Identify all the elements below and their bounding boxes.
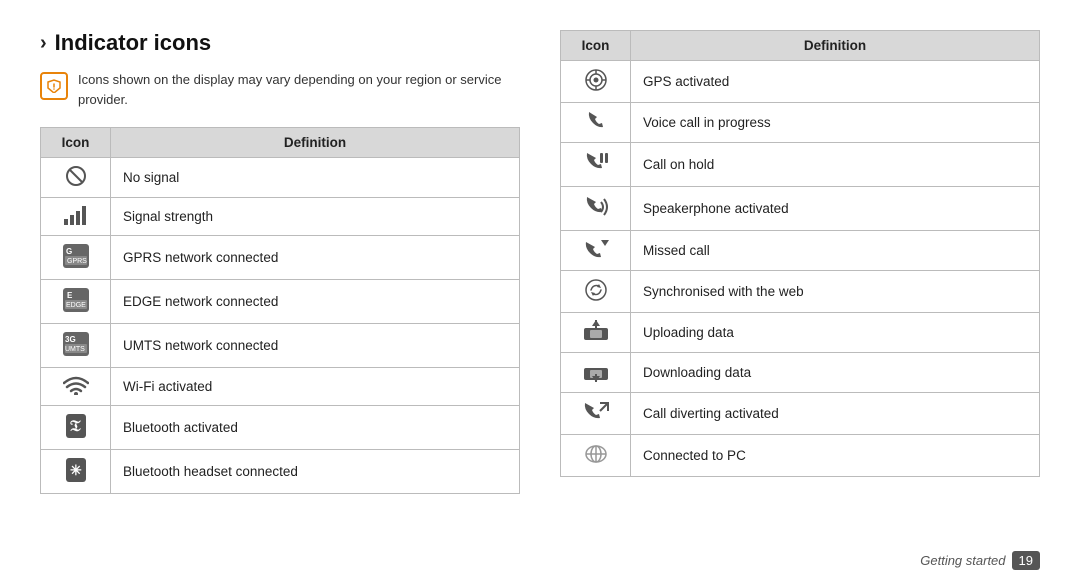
definition-cell: UMTS network connected [111,324,520,368]
icon-cell [561,231,631,271]
icon-cell: G GPRS [41,236,111,280]
icon-cell [561,271,631,313]
table-row: E EDGE EDGE network connected [41,280,520,324]
definition-cell: GPRS network connected [111,236,520,280]
definition-cell: Connected to PC [631,435,1040,477]
icon-cell [41,198,111,236]
notice-icon [40,72,68,100]
table-row: Downloading data [561,353,1040,393]
svg-text:GPRS: GPRS [67,258,87,265]
definition-cell: Speakerphone activated [631,187,1040,231]
icon-cell [561,435,631,477]
icon-cell [561,353,631,393]
definition-cell: Bluetooth activated [111,406,520,450]
definition-cell: Signal strength [111,198,520,236]
notice-text: Icons shown on the display may vary depe… [78,70,520,109]
svg-text:EDGE: EDGE [66,302,86,309]
table-row: Wi-Fi activated [41,368,520,406]
definition-cell: EDGE network connected [111,280,520,324]
table-row: Call on hold [561,143,1040,187]
page-container: › Indicator icons Icons shown on the dis… [0,0,1080,586]
notice-box: Icons shown on the display may vary depe… [40,70,520,109]
svg-text:3G: 3G [65,335,76,344]
icon-cell [561,393,631,435]
table-row: Speakerphone activated [561,187,1040,231]
svg-text:UMTS: UMTS [65,346,85,353]
definition-cell: Call diverting activated [631,393,1040,435]
svg-text:𝔗: 𝔗 [70,418,81,435]
table-row: GPS activated [561,61,1040,103]
right-table-def-header: Definition [631,31,1040,61]
table-row: Signal strength [41,198,520,236]
table-row: Connected to PC [561,435,1040,477]
section-title: › Indicator icons [40,30,520,56]
definition-cell: Bluetooth headset connected [111,450,520,494]
table-row: Call diverting activated [561,393,1040,435]
definition-cell: No signal [111,158,520,198]
table-row: ✳ Bluetooth headset connected [41,450,520,494]
definition-cell: Voice call in progress [631,103,1040,143]
left-icon-table: Icon Definition No signal Signal strengt… [40,127,520,494]
icon-cell: ✳ [41,450,111,494]
definition-cell: GPS activated [631,61,1040,103]
icon-cell [561,313,631,353]
right-icon-table: Icon Definition GPS activated Voice call… [560,30,1040,477]
icon-cell: 𝔗 [41,406,111,450]
icon-cell [561,103,631,143]
icon-cell [41,368,111,406]
table-row: No signal [41,158,520,198]
table-row: Missed call [561,231,1040,271]
table-row: G GPRS GPRS network connected [41,236,520,280]
table-row: Uploading data [561,313,1040,353]
right-column: Icon Definition GPS activated Voice call… [560,30,1040,566]
table-row: 3G UMTS UMTS network connected [41,324,520,368]
table-row: 𝔗 Bluetooth activated [41,406,520,450]
footer: Getting started 19 [920,551,1040,570]
svg-text:G: G [66,247,72,256]
definition-cell: Synchronised with the web [631,271,1040,313]
icon-cell: E EDGE [41,280,111,324]
left-table-def-header: Definition [111,128,520,158]
footer-page: 19 [1012,551,1040,570]
definition-cell: Uploading data [631,313,1040,353]
footer-label: Getting started [920,553,1005,568]
chevron-icon: › [40,32,47,55]
definition-cell: Missed call [631,231,1040,271]
icon-cell: 3G UMTS [41,324,111,368]
definition-cell: Downloading data [631,353,1040,393]
table-row: Voice call in progress [561,103,1040,143]
left-table-icon-header: Icon [41,128,111,158]
svg-text:E: E [67,291,73,300]
icon-cell [561,143,631,187]
definition-cell: Wi-Fi activated [111,368,520,406]
left-column: › Indicator icons Icons shown on the dis… [40,30,520,566]
svg-text:✳: ✳ [70,462,82,478]
right-table-icon-header: Icon [561,31,631,61]
icon-cell [41,158,111,198]
icon-cell [561,61,631,103]
page-title: Indicator icons [55,30,211,56]
icon-cell [561,187,631,231]
table-row: Synchronised with the web [561,271,1040,313]
definition-cell: Call on hold [631,143,1040,187]
